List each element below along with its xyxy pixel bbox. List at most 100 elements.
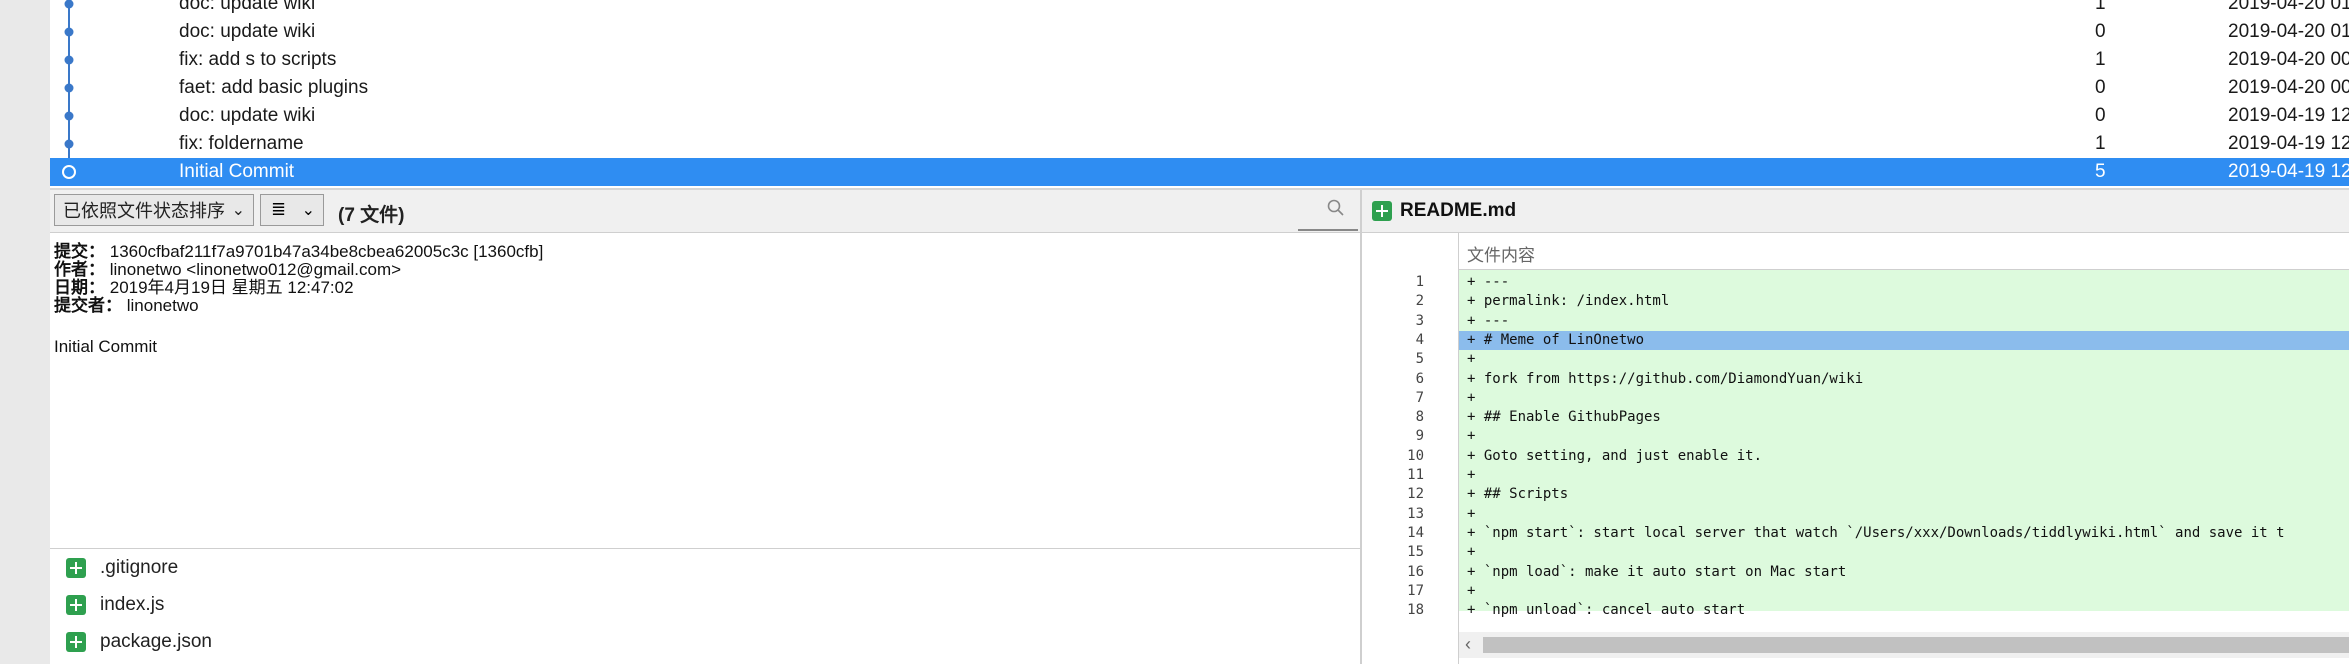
search-icon[interactable] — [1326, 198, 1346, 218]
diff-column-header: 文件内容 — [1459, 233, 2349, 270]
commit-row[interactable]: doc: update wiki 0 2019-04-19 12 — [50, 102, 2349, 130]
commit-date: 2019-04-20 00 — [2228, 77, 2349, 98]
line-number: 9 — [1415, 428, 1424, 445]
search-underline — [1298, 229, 1358, 231]
code-line: + ## Enable GithubPages — [1467, 409, 1661, 426]
line-number: 11 — [1407, 467, 1424, 483]
diff-view[interactable]: 文件内容 1 + --- 2 + permalink: /index.html 3 + -… — [1362, 233, 2349, 664]
commit-count: 0 — [2095, 21, 2106, 42]
commit-count: 0 — [2095, 77, 2106, 98]
code-line: + — [1467, 428, 1476, 445]
code-line: + — [1467, 389, 1476, 406]
file-item[interactable]: index.js — [50, 586, 1360, 623]
code-line: + — [1467, 351, 1476, 368]
line-number: 18 — [1407, 602, 1424, 619]
line-number: 2 — [1415, 293, 1424, 310]
commit-message: Initial Commit — [179, 161, 295, 182]
commit-row[interactable]: doc: update wiki 0 2019-04-20 01 — [50, 18, 2349, 46]
code-line: + — [1467, 505, 1476, 522]
line-number: 4 — [1415, 331, 1424, 348]
commit-message: doc: update wiki — [179, 105, 316, 126]
line-number: 14 — [1407, 524, 1424, 541]
code-line-highlighted: + # Meme of LinOnetwo — [1459, 330, 2349, 350]
code-line: + --- — [1467, 312, 1510, 329]
file-toolbar: 已依照文件状态排序 ⌄ ≣ ⌄ (7 文件) — [50, 190, 1360, 233]
commit-node-selected — [62, 165, 76, 179]
column-header-label: 文件内容 — [1467, 246, 1535, 265]
line-number: 13 — [1407, 505, 1424, 522]
commit-date: 2019-04-20 00 — [2228, 49, 2349, 70]
chevron-down-icon: ⌄ — [301, 202, 315, 219]
commit-row[interactable]: fix: foldername 1 2019-04-19 12 — [50, 130, 2349, 158]
file-name: .gitignore — [100, 557, 179, 578]
file-list[interactable]: .gitignore index.js package.json — [50, 549, 1360, 664]
code-line: + — [1467, 544, 1476, 561]
commit-list[interactable]: doc: update wiki 1 2019-04-20 01 doc: up… — [50, 0, 2349, 188]
code-line: + `npm start`: start local server that w… — [1467, 524, 2285, 541]
code-line: + ## Scripts — [1467, 486, 1569, 503]
line-number: 8 — [1415, 409, 1424, 426]
line-number: 7 — [1415, 389, 1424, 406]
horizontal-scrollbar[interactable]: ‹ — [1459, 632, 2349, 658]
committer-value: linonetwo — [126, 296, 199, 315]
view-mode-dropdown[interactable]: ≣ ⌄ — [260, 194, 324, 226]
code-line: + — [1467, 467, 1476, 483]
commit-message: fix: foldername — [179, 133, 304, 154]
sort-label: 已依照文件状态排序 — [63, 201, 225, 221]
added-icon — [66, 558, 86, 578]
line-number: 6 — [1415, 370, 1424, 387]
commit-row[interactable]: faet: add basic plugins 0 2019-04-20 00 — [50, 74, 2349, 102]
code-line: + Goto setting, and just enable it. — [1467, 447, 1763, 464]
added-icon — [66, 632, 86, 652]
commit-row-selected[interactable]: Initial Commit 5 2019-04-19 12 — [50, 158, 2349, 186]
file-item[interactable]: .gitignore — [50, 549, 1360, 586]
commit-date: 2019-04-20 01 — [2228, 0, 2349, 14]
commit-count: 5 — [2095, 161, 2106, 182]
line-number: 16 — [1407, 563, 1424, 580]
detail-committer: 提交者： linonetwo — [54, 291, 199, 316]
code-line: + — [1467, 582, 1476, 599]
left-strip — [0, 0, 51, 664]
commit-date: 2019-04-19 12 — [2228, 133, 2349, 154]
scroll-left-icon[interactable]: ‹ — [1465, 634, 1471, 655]
code-line: + fork from https://github.com/DiamondYu… — [1467, 370, 1864, 387]
commit-row[interactable]: doc: update wiki 1 2019-04-20 01 — [50, 0, 2349, 18]
line-number: 3 — [1415, 312, 1424, 329]
list-icon: ≣ — [271, 199, 287, 219]
commit-date: 2019-04-19 12 — [2228, 105, 2349, 126]
file-name: package.json — [100, 631, 212, 652]
commit-count: 1 — [2095, 0, 2106, 14]
commit-message-body: Initial Commit — [54, 337, 157, 356]
line-number: 1 — [1415, 274, 1424, 290]
line-number: 10 — [1407, 447, 1424, 464]
commit-details: 提交： 1360cfbaf211f7a9701b47a34be8cbea6200… — [50, 233, 1360, 549]
committer-label: 提交者： — [54, 296, 122, 315]
added-icon — [66, 595, 86, 615]
code-line: + `npm load`: make it auto start on Mac … — [1467, 563, 1847, 580]
commit-message: faet: add basic plugins — [179, 77, 369, 98]
commit-count: 1 — [2095, 133, 2106, 154]
commit-row[interactable]: fix: add s to scripts 1 2019-04-20 00 — [50, 46, 2349, 74]
file-item[interactable]: package.json — [50, 623, 1360, 660]
line-number: 17 — [1407, 582, 1424, 599]
sort-dropdown[interactable]: 已依照文件状态排序 ⌄ — [54, 194, 254, 226]
file-count: (7 文件) — [338, 205, 405, 226]
diff-header: README.md — [1362, 190, 2349, 233]
code-line: + `npm unload`: cancel auto start — [1467, 602, 1746, 619]
line-number: 15 — [1407, 544, 1424, 561]
commit-count: 1 — [2095, 49, 2106, 70]
chevron-down-icon: ⌄ — [231, 202, 245, 219]
line-number: 5 — [1415, 351, 1424, 368]
commit-date: 2019-04-19 12 — [2228, 161, 2349, 182]
code-line: + --- — [1467, 274, 1510, 290]
commit-date: 2019-04-20 01 — [2228, 21, 2349, 42]
code-line: + permalink: /index.html — [1467, 293, 1670, 310]
added-icon — [1372, 201, 1392, 221]
file-name: index.js — [100, 594, 165, 615]
commit-message: doc: update wiki — [179, 21, 316, 42]
commit-message: doc: update wiki — [179, 0, 316, 14]
diff-filename: README.md — [1400, 200, 1517, 221]
scrollbar-thumb[interactable] — [1483, 637, 2349, 653]
line-number: 12 — [1407, 486, 1424, 503]
commit-count: 0 — [2095, 105, 2106, 126]
